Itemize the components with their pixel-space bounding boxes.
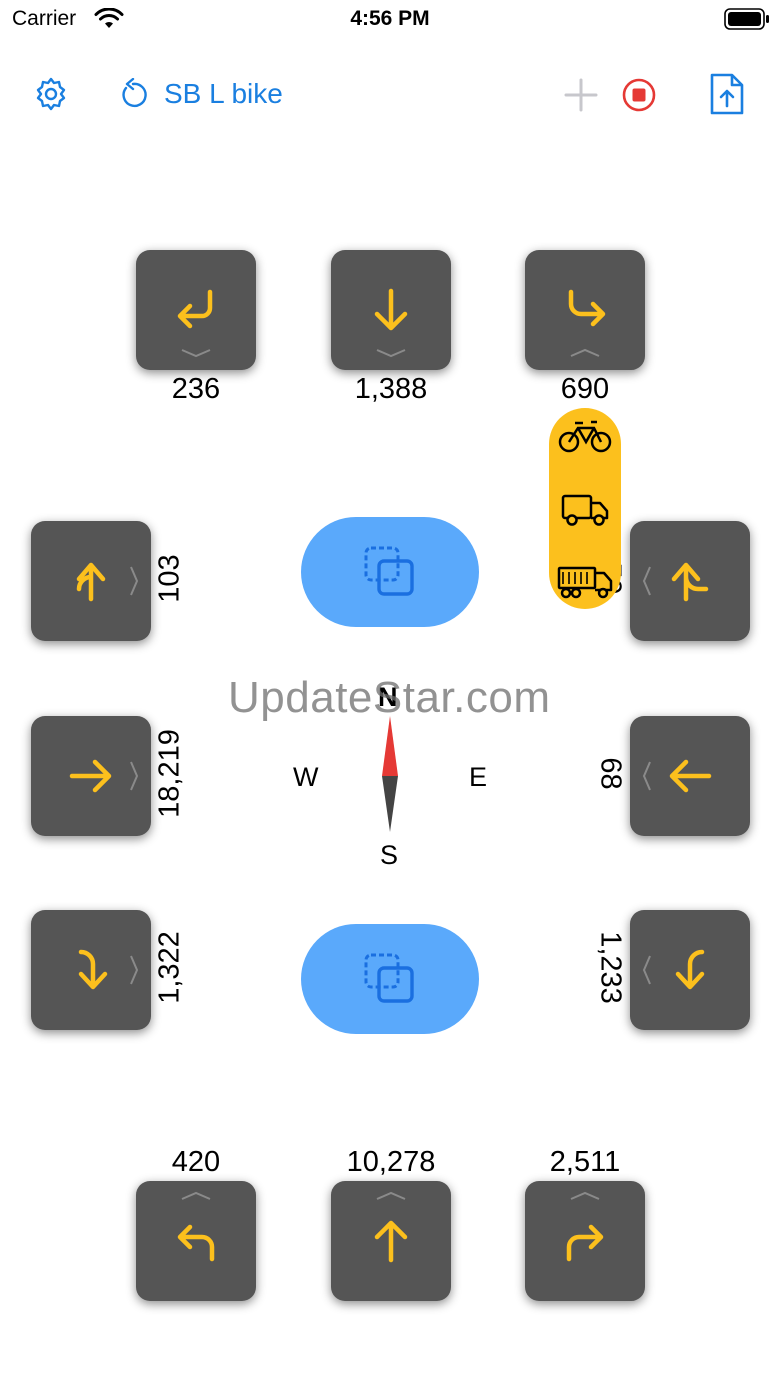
status-time: 4:56 PM [0,7,780,31]
chevron-left-icon [642,955,651,985]
count-west-lower: 1,322 [153,931,186,1004]
south-through-tile[interactable] [331,1181,451,1301]
count-west-upper: 103 [153,554,186,603]
count-south-right: 2,511 [549,1146,621,1178]
chevron-up-icon [570,348,600,357]
bear-down-left-arrow-icon [675,949,705,990]
arrow-down-icon [374,288,408,331]
arrow-up-icon [374,1220,408,1263]
count-south-left: 420 [171,1146,221,1178]
compass-needle-icon [382,716,398,832]
east-lower-tile[interactable] [630,910,750,1030]
chevron-up-icon [376,1191,406,1200]
count-east-lower: 1,233 [594,931,627,1004]
count-north-right: 690 [560,373,610,405]
truck-icon[interactable] [561,492,609,528]
watermark: UpdateStar.com [228,673,551,722]
south-left-turn-tile[interactable] [136,1181,256,1301]
count-north-through: 1,388 [354,373,428,405]
chevron-down-icon [181,349,211,358]
chevron-down-icon [376,349,406,358]
u-turn-left-arrow-icon [177,289,213,329]
chevron-left-icon [642,566,651,596]
reset-icon[interactable] [117,78,149,110]
bear-up-arrow-icon [76,562,106,602]
count-east-through: 68 [594,757,627,790]
session-title-button[interactable]: SB L bike [164,78,283,110]
count-west-through: 18,219 [153,729,186,818]
arrow-left-icon [669,759,712,793]
chevron-up-icon [181,1191,211,1200]
north-left-turn-tile[interactable] [136,250,256,370]
turn-right-up-arrow-icon [566,1224,604,1262]
arrow-right-icon [69,759,112,793]
chevron-right-icon [130,566,139,596]
west-lower-tile[interactable] [31,910,151,1030]
count-north-left: 236 [171,373,221,405]
session-title: SB L bike [164,78,283,109]
chevron-right-icon [130,761,139,791]
copy-bottom-button[interactable] [301,924,479,1034]
bear-down-arrow-icon [78,949,108,990]
north-right-turn-tile[interactable] [525,250,645,370]
copy-icon [364,953,414,1003]
settings-gear-icon[interactable] [33,76,69,112]
south-right-turn-tile[interactable] [525,1181,645,1301]
north-through-tile[interactable] [331,250,451,370]
add-icon[interactable] [563,77,599,113]
chevron-left-icon [642,761,651,791]
east-through-tile[interactable] [630,716,750,836]
bear-up-right-arrow-icon [671,562,709,602]
chevron-up-icon [570,1191,600,1200]
compass-west-label: W [293,762,319,792]
chevron-right-icon [130,955,139,985]
copy-icon [364,546,414,596]
count-south-through: 10,278 [346,1146,436,1178]
copy-top-button[interactable] [301,517,479,627]
west-upper-tile[interactable] [31,521,151,641]
turn-right-arrow-icon [568,289,606,327]
compass-south-label: S [380,840,399,870]
semi-truck-icon[interactable] [557,564,613,600]
turn-left-arrow-icon [177,1224,215,1262]
export-file-icon[interactable] [708,71,746,117]
vehicle-mode-selector[interactable] [549,408,621,609]
bicycle-icon[interactable] [558,418,612,454]
time-label: 4:56 PM [350,7,430,30]
west-through-tile[interactable] [31,716,151,836]
east-upper-tile[interactable] [630,521,750,641]
compass-east-label: E [469,762,488,792]
stop-record-icon[interactable] [621,77,657,113]
battery-icon [724,8,769,30]
